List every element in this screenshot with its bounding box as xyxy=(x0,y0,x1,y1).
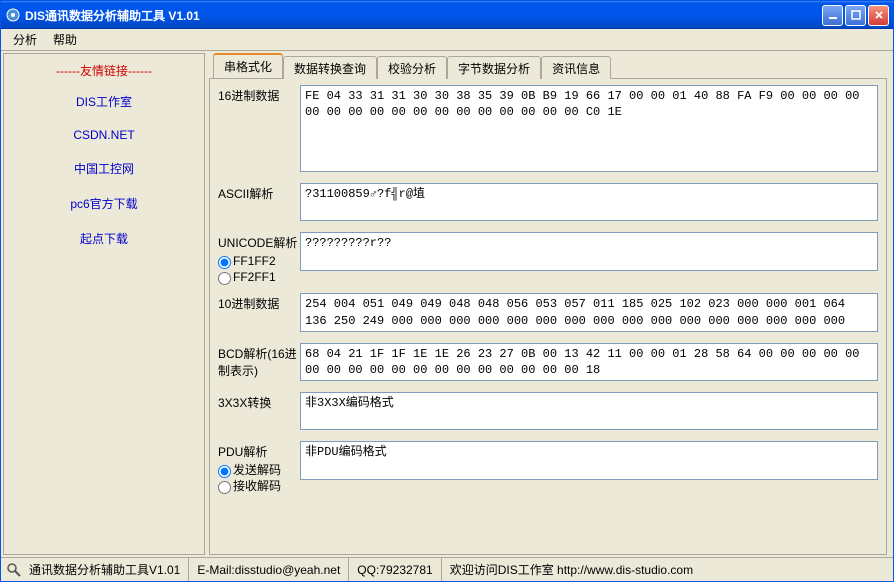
search-icon xyxy=(5,561,23,579)
pdu-output[interactable] xyxy=(300,441,878,479)
tab-info[interactable]: 资讯信息 xyxy=(541,56,611,79)
ascii-label: ASCII解析 xyxy=(218,183,300,224)
pdu-opt1[interactable]: 发送解码 xyxy=(218,462,300,478)
close-button[interactable] xyxy=(868,5,889,26)
ascii-output[interactable] xyxy=(300,183,878,221)
x3x-output[interactable] xyxy=(300,392,878,430)
sidebar-link-pc6[interactable]: pc6官方下载 xyxy=(8,195,200,212)
hexdata-label: 16进制数据 xyxy=(218,85,300,175)
tab-panel: 16进制数据 ASCII解析 UNICODE解析 FF1FF2 FF2FF1 xyxy=(209,78,887,555)
menu-help[interactable]: 帮助 xyxy=(45,29,85,50)
bcd-output[interactable] xyxy=(300,343,878,381)
statusbar: 通讯数据分析辅助工具V1.01 E-Mail:disstudio@yeah.ne… xyxy=(1,557,893,581)
minimize-button[interactable] xyxy=(822,5,843,26)
sidebar-header: ------友情链接------ xyxy=(8,62,200,79)
hexdata-input[interactable] xyxy=(300,85,878,172)
tabstrip: 串格式化 数据转换查询 校验分析 字节数据分析 资讯信息 xyxy=(209,53,887,78)
sidebar-link-csdn[interactable]: CSDN.NET xyxy=(8,128,200,142)
tab-dataconvert[interactable]: 数据转换查询 xyxy=(283,56,377,79)
menu-analyze[interactable]: 分析 xyxy=(5,29,45,50)
unicode-output[interactable] xyxy=(300,232,878,270)
tab-checksum[interactable]: 校验分析 xyxy=(377,56,447,79)
app-icon xyxy=(5,7,21,23)
sidebar-link-dis[interactable]: DIS工作室 xyxy=(8,93,200,110)
tab-stringformat[interactable]: 串格式化 xyxy=(213,53,283,78)
unicode-opt1[interactable]: FF1FF2 xyxy=(218,253,300,269)
menubar: 分析 帮助 xyxy=(1,29,893,51)
unicode-opt2[interactable]: FF2FF1 xyxy=(218,269,300,285)
titlebar: DIS通讯数据分析辅助工具 V1.01 xyxy=(1,1,893,29)
status-qq: QQ:79232781 xyxy=(349,558,441,581)
unicode-label: UNICODE解析 xyxy=(218,234,300,251)
maximize-button[interactable] xyxy=(845,5,866,26)
pdu-opt2[interactable]: 接收解码 xyxy=(218,478,300,494)
sidebar-link-gongkong[interactable]: 中国工控网 xyxy=(8,160,200,177)
decdata-label: 10进制数据 xyxy=(218,293,300,334)
decdata-output[interactable] xyxy=(300,293,878,331)
tab-bytedata[interactable]: 字节数据分析 xyxy=(447,56,541,79)
window-title: DIS通讯数据分析辅助工具 V1.01 xyxy=(25,7,822,24)
status-welcome: 欢迎访问DIS工作室 http://www.dis-studio.com xyxy=(442,558,889,581)
pdu-label: PDU解析 xyxy=(218,443,300,460)
sidebar-link-qidian[interactable]: 起点下载 xyxy=(8,230,200,247)
app-window: DIS通讯数据分析辅助工具 V1.01 分析 帮助 ------友情链接----… xyxy=(0,0,894,582)
status-app: 通讯数据分析辅助工具V1.01 xyxy=(27,558,189,581)
sidebar: ------友情链接------ DIS工作室 CSDN.NET 中国工控网 p… xyxy=(3,53,205,555)
x3x-label: 3X3X转换 xyxy=(218,392,300,433)
bcd-label: BCD解析(16进制表示) xyxy=(218,343,300,384)
status-email: E-Mail:disstudio@yeah.net xyxy=(189,558,349,581)
